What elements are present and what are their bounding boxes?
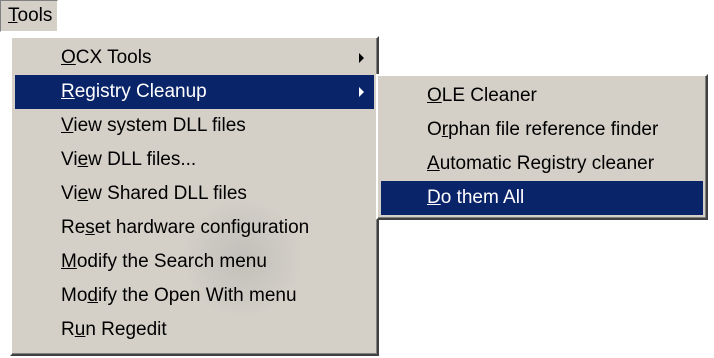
submenu-arrow-icon [359,53,364,63]
submenu-item-ole-cleaner-accel: O [427,85,442,106]
menu-item-modify-open-with-prefix: Mo [61,285,88,306]
menu-item-reset-hardware[interactable]: Reset hardware configuration [15,211,374,245]
registry-cleanup-submenu: OLE Cleaner Orphan file reference finder… [376,74,708,220]
menu-item-view-shared-dll-suffix: w Shared DLL files [88,183,247,204]
submenu-item-do-them-all-suffix: o them All [440,187,525,208]
menu-item-modify-search-menu-accel: M [61,251,77,272]
submenu-arrow-icon [359,87,364,97]
menu-item-registry-cleanup[interactable]: Registry Cleanup [15,75,374,109]
submenu-item-automatic-cleaner[interactable]: Automatic Registry cleaner [381,147,703,181]
menu-item-view-system-dll[interactable]: View system DLL files [15,109,374,143]
menu-item-run-regedit-prefix: R [61,319,75,340]
menu-item-run-regedit[interactable]: Run Regedit [15,313,374,347]
submenu-item-ole-cleaner-suffix: LE Cleaner [441,85,537,106]
submenu-item-do-them-all[interactable]: Do them All [381,181,703,215]
submenu-item-orphan-finder[interactable]: Orphan file reference finder [381,113,703,147]
submenu-item-ole-cleaner[interactable]: OLE Cleaner [381,79,703,113]
menu-item-view-shared-dll[interactable]: View Shared DLL files [15,177,374,211]
menu-item-view-dll-suffix: w DLL files... [88,149,197,170]
menu-item-view-shared-dll-prefix: Vi [61,183,78,204]
menu-item-modify-open-with-accel: d [87,285,98,306]
menu-item-run-regedit-suffix: n Regedit [85,319,167,340]
menu-item-modify-open-with[interactable]: Modify the Open With menu [15,279,374,313]
menubar-tools-suffix: ools [17,5,53,26]
menu-item-ocx-tools-suffix: CX Tools [75,47,152,68]
menu-item-ocx-tools-accel: O [61,47,76,68]
menubar-tools-accel: T [8,5,18,26]
menu-item-modify-search-menu[interactable]: Modify the Search menu [15,245,374,279]
menu-item-modify-search-menu-suffix: odify the Search menu [76,251,267,272]
menu-item-registry-cleanup-accel: R [61,81,75,102]
tools-menu: OCX Tools Registry Cleanup View system D… [10,36,379,356]
submenu-item-automatic-cleaner-suffix: utomatic Registry cleaner [439,153,655,174]
menu-item-view-system-dll-suffix: iew system DLL files [73,115,246,136]
menu-item-registry-cleanup-suffix: egistry Cleanup [74,81,207,102]
submenu-item-automatic-cleaner-accel: A [427,153,440,174]
submenu-item-orphan-finder-prefix: O [427,119,442,140]
menu-item-run-regedit-accel: u [74,319,86,340]
menu-item-reset-hardware-prefix: Re [61,217,86,238]
menu-item-reset-hardware-accel: s [85,217,95,238]
menu-item-view-system-dll-accel: V [61,115,74,136]
menu-item-modify-open-with-suffix: ify the Open With menu [97,285,297,306]
menu-item-view-shared-dll-accel: e [77,183,89,204]
menu-item-view-dll-accel: e [77,149,89,170]
menubar-tools[interactable]: Tools [0,0,58,32]
menu-item-ocx-tools[interactable]: OCX Tools [15,41,374,75]
submenu-item-do-them-all-accel: D [427,187,441,208]
menu-item-view-dll-prefix: Vi [61,149,78,170]
submenu-item-orphan-finder-suffix: phan file reference finder [448,119,659,140]
menu-item-view-dll[interactable]: View DLL files... [15,143,374,177]
menu-item-reset-hardware-suffix: et hardware configuration [94,217,310,238]
screen: Tools OCX Tools Registry Cleanup View sy… [0,0,714,358]
